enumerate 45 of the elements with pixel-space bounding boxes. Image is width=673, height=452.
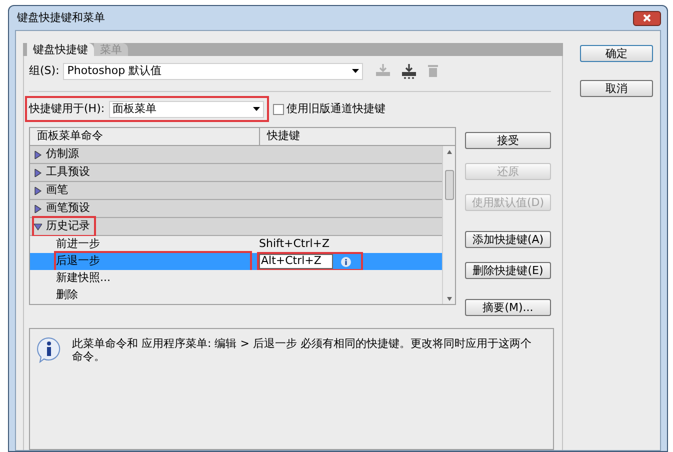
dialog-button[interactable]: 确定	[580, 45, 653, 62]
column-header: 面板菜单命令	[30, 128, 260, 145]
checkbox[interactable]	[272, 104, 284, 114]
set-label: 组(S):	[29, 62, 60, 79]
info-icon	[341, 256, 351, 266]
collapsed-triangle-icon[interactable]	[34, 168, 42, 176]
scroll-thumb[interactable]	[444, 170, 454, 200]
shortcut-text: Shift+Ctrl+Z	[259, 236, 330, 252]
info-icon	[36, 337, 62, 363]
command-label: 删除	[56, 287, 78, 304]
collapsed-triangle-icon[interactable]	[34, 150, 42, 158]
dropdown-arrow-icon	[252, 107, 260, 111]
command-label: 新建快照...	[56, 270, 110, 286]
column-header: 快捷键	[266, 128, 300, 144]
command-row[interactable]: 后退一步 Alt+Ctrl+Z	[30, 253, 442, 270]
group-row[interactable]: 画笔	[34, 182, 72, 199]
checkbox-label: 使用旧版通道快捷键	[286, 100, 386, 117]
dialog-button[interactable]: 摘要(M)...	[465, 299, 551, 316]
command-label: 后退一步	[56, 253, 250, 270]
dialog-button[interactable]: 取消	[580, 80, 653, 97]
group-row[interactable]: 仿制源	[34, 146, 83, 163]
shortcuts-for-label: 快捷键用于(H):	[29, 100, 105, 117]
shortcut-field[interactable]: Alt+Ctrl+Z	[259, 254, 333, 269]
dropdown-arrow-icon	[352, 69, 360, 73]
collapsed-triangle-icon[interactable]	[34, 186, 42, 194]
scrollbar[interactable]	[442, 146, 455, 304]
group-row[interactable]: 画笔预设	[34, 200, 94, 217]
close-button[interactable]	[633, 10, 661, 26]
group-row[interactable]: 工具预设	[34, 164, 94, 181]
collapsed-triangle-icon[interactable]	[34, 204, 42, 212]
info-message: 此菜单命令和 应用程序菜单: 编辑 > 后退一步 必须有相同的快捷键。更改将同时应用于这两个命令。	[72, 337, 532, 365]
scroll-up-icon[interactable]	[446, 150, 452, 154]
dialog-button[interactable]: 接受	[465, 132, 551, 149]
save-as-icon[interactable]	[401, 64, 418, 78]
command-label: 前进一步	[56, 236, 100, 252]
tab[interactable]: 键盘快捷键	[27, 43, 94, 56]
dialog-button[interactable]: 删除快捷键(E)	[465, 262, 551, 279]
scroll-down-icon[interactable]	[446, 297, 452, 301]
window-title: 键盘快捷键和菜单	[16, 10, 105, 26]
shortcuts-for-dropdown[interactable]: 面板菜单	[108, 100, 264, 118]
expanded-triangle-icon[interactable]	[34, 222, 42, 230]
set-dropdown[interactable]: Photoshop 默认值	[63, 62, 364, 80]
close-icon	[643, 14, 651, 22]
dialog-button[interactable]: 添加快捷键(A)	[465, 231, 551, 248]
group-row[interactable]: 历史记录	[34, 218, 94, 235]
